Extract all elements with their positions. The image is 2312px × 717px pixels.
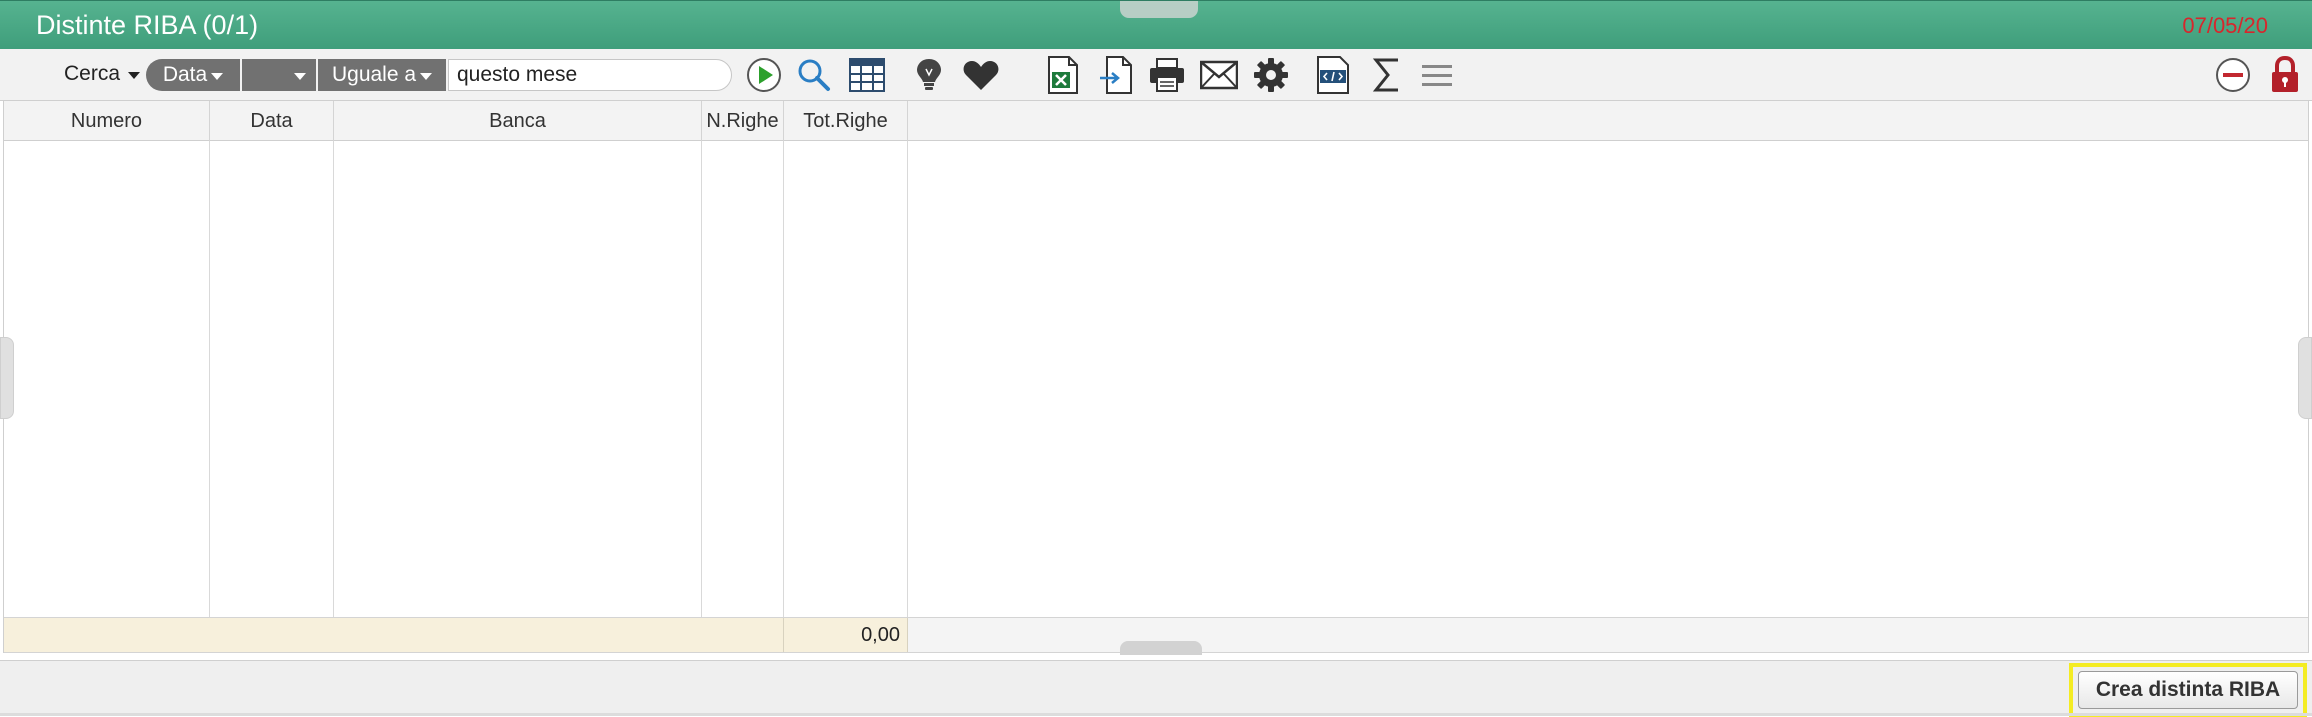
play-icon[interactable] (745, 56, 783, 94)
chevron-down-icon (211, 72, 224, 80)
right-panel-handle[interactable] (2298, 337, 2312, 419)
table-body (4, 141, 2308, 617)
heart-icon[interactable] (962, 56, 1000, 94)
email-icon[interactable] (1200, 56, 1238, 94)
import-icon[interactable] (1097, 56, 1135, 94)
search-icon[interactable] (795, 56, 833, 94)
operator-select-value: Uguale a (331, 63, 417, 86)
gear-icon[interactable] (1252, 56, 1290, 94)
table-view-icon[interactable] (848, 56, 886, 94)
column-divider (907, 141, 908, 617)
search-label: Cerca (64, 62, 121, 85)
remove-icon[interactable] (2214, 56, 2252, 94)
search-label-dropdown[interactable]: Cerca (64, 62, 141, 86)
lock-icon[interactable] (2266, 56, 2304, 94)
lightbulb-icon[interactable] (910, 56, 948, 94)
chevron-down-icon (128, 71, 141, 79)
print-icon[interactable] (1148, 56, 1186, 94)
footer-total-value: 0,00 (861, 623, 900, 646)
current-date: 07/05/20 (2182, 13, 2268, 38)
excel-export-icon[interactable] (1044, 56, 1082, 94)
riba-table: Numero Data Banca N.Righe Tot.Righe 0,00 (3, 101, 2309, 653)
field-select[interactable]: Data (146, 59, 240, 91)
top-resize-handle[interactable] (1120, 1, 1198, 18)
field-select-value: Data (162, 63, 208, 86)
chevron-down-icon (420, 72, 433, 80)
chevron-down-icon (294, 72, 306, 80)
menu-icon[interactable] (1418, 56, 1456, 94)
column-header-data[interactable]: Data (210, 101, 334, 141)
column-divider (333, 141, 334, 617)
secondary-select[interactable] (242, 59, 316, 91)
window-title: Distinte RIBA (0/1) (36, 10, 259, 40)
toolbar: Cerca Data Uguale a (0, 49, 2312, 101)
title-bar: Distinte RIBA (0/1) 07/05/20 (0, 0, 2312, 49)
column-divider (209, 141, 210, 617)
column-divider (783, 141, 784, 617)
bottom-resize-handle[interactable] (1120, 641, 1202, 655)
create-riba-button[interactable]: Crea distinta RIBA (2078, 671, 2298, 709)
column-header-numero[interactable]: Numero (4, 101, 210, 141)
column-header-n-righe[interactable]: N.Righe (702, 101, 784, 141)
operator-select[interactable]: Uguale a (318, 59, 446, 91)
search-input[interactable] (448, 59, 732, 91)
left-panel-handle[interactable] (0, 337, 14, 419)
table-header: Numero Data Banca N.Righe Tot.Righe (4, 101, 2308, 141)
footer-bar: Crea distinta RIBA (0, 660, 2312, 717)
sum-icon[interactable] (1368, 56, 1406, 94)
footer-blank-cell (4, 618, 784, 652)
highlight-frame: Crea distinta RIBA (2069, 663, 2307, 717)
column-header-tot-righe[interactable]: Tot.Righe (784, 101, 908, 141)
column-header-banca[interactable]: Banca (334, 101, 702, 141)
code-icon[interactable] (1314, 56, 1352, 94)
column-divider (701, 141, 702, 617)
